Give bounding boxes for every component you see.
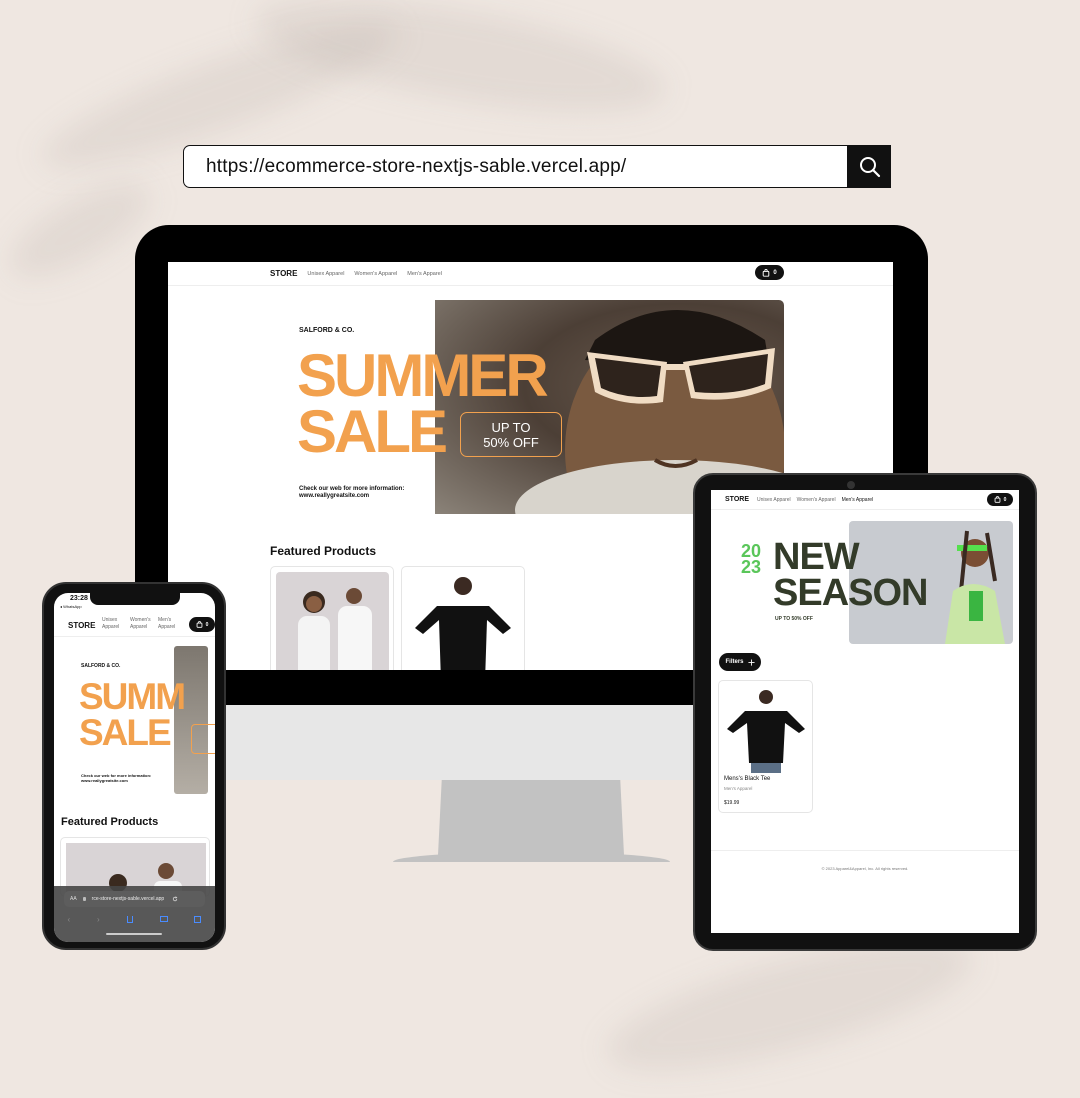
new-season-banner[interactable]: 20 23 NEW SEASON UP TO 50% OFF — [721, 521, 1013, 644]
product-image-black-tee — [407, 572, 520, 670]
offer-line-2: 50% OFF — [483, 435, 539, 450]
desktop-monitor-foot — [393, 852, 670, 862]
cart-button[interactable]: 0 — [755, 265, 784, 280]
hero-title-sale: SALE — [79, 712, 172, 753]
hero-title-sale: SALE — [297, 398, 448, 465]
cart-count: 0 — [205, 621, 209, 628]
footer-divider — [711, 850, 1019, 851]
year-bottom: 23 — [741, 557, 762, 577]
reload-icon[interactable] — [172, 896, 178, 902]
featured-products-title: Featured Products — [61, 816, 159, 828]
new-season-title-season: SEASON — [773, 572, 928, 614]
footer-copyright: © 2023 Apparel&Apparel, Inc. All rights … — [821, 866, 909, 871]
product-card[interactable]: Mens's Black Tee Men's Apparel $19.99 — [718, 680, 813, 813]
new-season-sub: UP TO 50% OFF — [775, 616, 813, 622]
new-season-title-new: NEW — [773, 536, 860, 578]
safari-address-field[interactable]: AA rce-store-nextjs-sable.vercel.app — [64, 891, 205, 907]
search-button[interactable] — [848, 145, 891, 188]
hero-info-line-2: www.reallygreatsite.com — [81, 778, 128, 783]
home-indicator — [106, 933, 162, 935]
nav-link-women[interactable]: Women's Apparel — [797, 497, 836, 503]
safari-bottom-bar: AA rce-store-nextjs-sable.vercel.app ‹ › — [54, 886, 215, 942]
hero-brand: SALFORD & CO. — [81, 663, 121, 669]
hero-info-line-2: www.reallygreatsite.com — [299, 493, 370, 499]
back-icon[interactable]: ‹ — [67, 915, 70, 924]
tablet-camera — [847, 481, 855, 489]
product-image-black-tee — [723, 685, 810, 773]
product-category: Men's Apparel — [724, 786, 753, 791]
hero-title-summer: SUMMER — [297, 342, 549, 409]
nav-link-men[interactable]: Men's Apparel — [842, 497, 874, 503]
shopping-bag-icon — [763, 268, 770, 277]
cart-button[interactable]: 0 — [987, 493, 1013, 506]
store-logo[interactable]: STORE — [68, 621, 95, 630]
shopping-bag-icon — [196, 621, 202, 628]
featured-products-title: Featured Products — [270, 544, 377, 558]
phone-screen: 23:28 ◂ WhatsApp STORE Unisex Apparel Wo… — [54, 593, 215, 942]
product-price: $19.99 — [724, 800, 740, 806]
nav-link-women[interactable]: Women's Apparel — [354, 271, 397, 277]
nav-link-unisex[interactable]: Unisex Apparel — [307, 271, 344, 277]
desktop-navbar: STORE Unisex Apparel Women's Apparel Men… — [168, 262, 893, 286]
nav-link-unisex[interactable]: Unisex Apparel — [102, 617, 128, 631]
filters-label: Filters — [725, 659, 744, 665]
hero-brand: SALFORD & CO. — [299, 327, 355, 334]
phone-hero-banner[interactable]: SALFORD & CO. SUMM SALE Check our web fo… — [79, 646, 215, 794]
phone-notch — [90, 593, 180, 605]
cart-count: 0 — [773, 269, 777, 276]
phone-navbar: STORE Unisex Apparel Women's Apparel Men… — [54, 613, 215, 637]
text-size-button[interactable]: AA — [70, 896, 77, 902]
black-tee-illustration — [415, 577, 511, 670]
bookmarks-icon[interactable] — [159, 916, 168, 922]
offer-line-1: UP TO — [491, 420, 531, 435]
plus-icon — [747, 658, 755, 666]
desktop-monitor-stand — [438, 780, 624, 855]
url-bar[interactable]: https://ecommerce-store-nextjs-sable.ver… — [183, 145, 891, 188]
nav-link-men[interactable]: Men's Apparel — [407, 271, 442, 277]
url-field[interactable]: https://ecommerce-store-nextjs-sable.ver… — [183, 145, 848, 188]
store-logo[interactable]: STORE — [270, 269, 297, 278]
couple-white-tees-illustration — [298, 588, 372, 670]
share-icon[interactable] — [126, 915, 133, 923]
phone-hero-photo — [174, 646, 208, 794]
tablet-screen: STORE Unisex Apparel Women's Apparel Men… — [711, 490, 1019, 933]
nav-link-unisex[interactable]: Unisex Apparel — [757, 497, 791, 503]
safari-toolbar: ‹ › — [54, 912, 215, 926]
filters-button[interactable]: Filters — [719, 653, 761, 671]
product-card[interactable] — [401, 566, 525, 670]
safari-address-text: rce-store-nextjs-sable.vercel.app — [91, 896, 165, 902]
cart-button[interactable]: 0 — [189, 617, 215, 632]
shopping-bag-icon — [994, 496, 1000, 503]
forward-icon[interactable]: › — [97, 915, 100, 924]
store-logo[interactable]: STORE — [725, 496, 749, 503]
lock-icon — [82, 897, 86, 901]
status-time: 23:28 — [70, 595, 88, 602]
nav-link-men[interactable]: Men's Apparel — [158, 617, 184, 631]
search-icon — [859, 156, 880, 177]
nav-link-women[interactable]: Women's Apparel — [130, 617, 156, 631]
tabs-icon[interactable] — [194, 915, 202, 923]
product-card[interactable] — [270, 566, 394, 670]
hero-offer-badge — [191, 724, 215, 754]
product-name: Mens's Black Tee — [724, 776, 771, 782]
status-back-app[interactable]: ◂ WhatsApp — [60, 604, 82, 609]
url-text: https://ecommerce-store-nextjs-sable.ver… — [206, 155, 627, 177]
black-tee-illustration — [727, 690, 805, 773]
hero-offer-badge: UP TO 50% OFF — [460, 412, 562, 457]
hero-info-line-1: Check our web for more information: — [299, 486, 405, 492]
tablet-navbar: STORE Unisex Apparel Women's Apparel Men… — [711, 490, 1019, 510]
hero-info: Check our web for more information: www.… — [299, 486, 404, 500]
hero-title-summer: SUMM — [79, 676, 186, 717]
product-image-couple-white-tees — [276, 572, 389, 670]
cart-count: 0 — [1003, 496, 1007, 503]
